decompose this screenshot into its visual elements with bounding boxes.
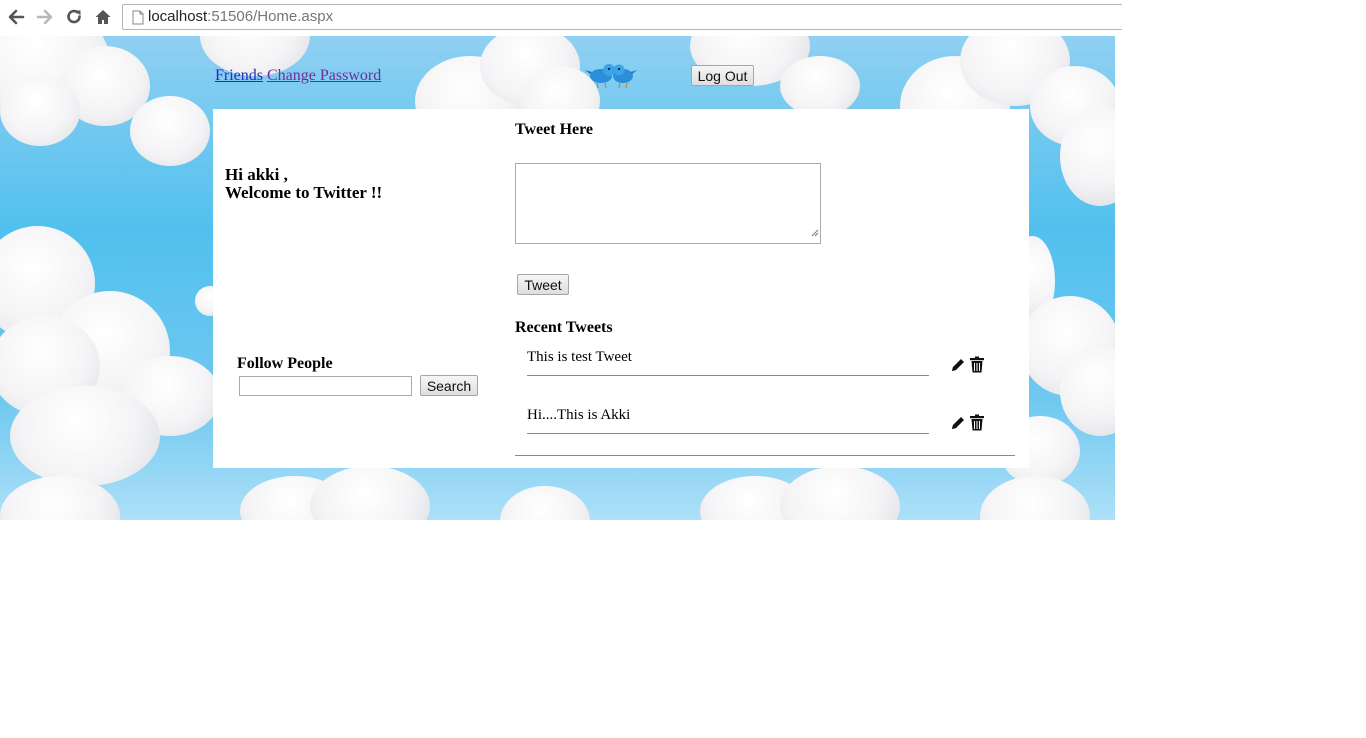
- recent-tweets-heading: Recent Tweets: [515, 319, 613, 336]
- greeting-line2: Welcome to Twitter !!: [225, 183, 383, 202]
- tweet-text: Hi....This is Akki: [527, 407, 631, 423]
- follow-people-heading: Follow People: [237, 355, 333, 372]
- home-icon[interactable]: [93, 7, 113, 27]
- tweets-bottom-divider: [515, 455, 1015, 456]
- page-icon: [132, 10, 144, 30]
- tweet-here-heading: Tweet Here: [515, 121, 594, 138]
- greeting: Hi akki , Welcome to Twitter !!: [225, 166, 382, 202]
- greeting-line1: Hi akki ,: [225, 165, 288, 184]
- change-password-link[interactable]: Change Password: [267, 67, 381, 84]
- address-bar[interactable]: localhost:51506/Home.aspx: [122, 4, 1122, 30]
- tweet-text: This is test Tweet: [527, 349, 632, 365]
- trash-icon[interactable]: [969, 414, 985, 436]
- trash-icon[interactable]: [969, 356, 985, 378]
- pencil-icon[interactable]: [950, 357, 966, 378]
- tweet-divider: [527, 433, 929, 434]
- twitter-birds-icon: [585, 58, 637, 95]
- search-input[interactable]: [239, 376, 412, 396]
- browser-toolbar: localhost:51506/Home.aspx: [0, 0, 1366, 36]
- friends-link[interactable]: Friends: [215, 67, 263, 84]
- tweet-textarea[interactable]: [515, 163, 821, 244]
- tweet-button[interactable]: Tweet: [517, 274, 569, 295]
- forward-icon[interactable]: [35, 7, 55, 27]
- back-icon[interactable]: [6, 7, 26, 27]
- url-text: localhost:51506/Home.aspx: [148, 8, 334, 25]
- search-button[interactable]: Search: [420, 375, 478, 396]
- reload-icon[interactable]: [64, 7, 84, 27]
- header-links: Friends Change Password: [215, 67, 381, 85]
- logout-button[interactable]: Log Out: [691, 65, 754, 86]
- resize-grip-icon[interactable]: [811, 224, 819, 242]
- pencil-icon[interactable]: [950, 415, 966, 436]
- tweet-divider: [527, 375, 929, 376]
